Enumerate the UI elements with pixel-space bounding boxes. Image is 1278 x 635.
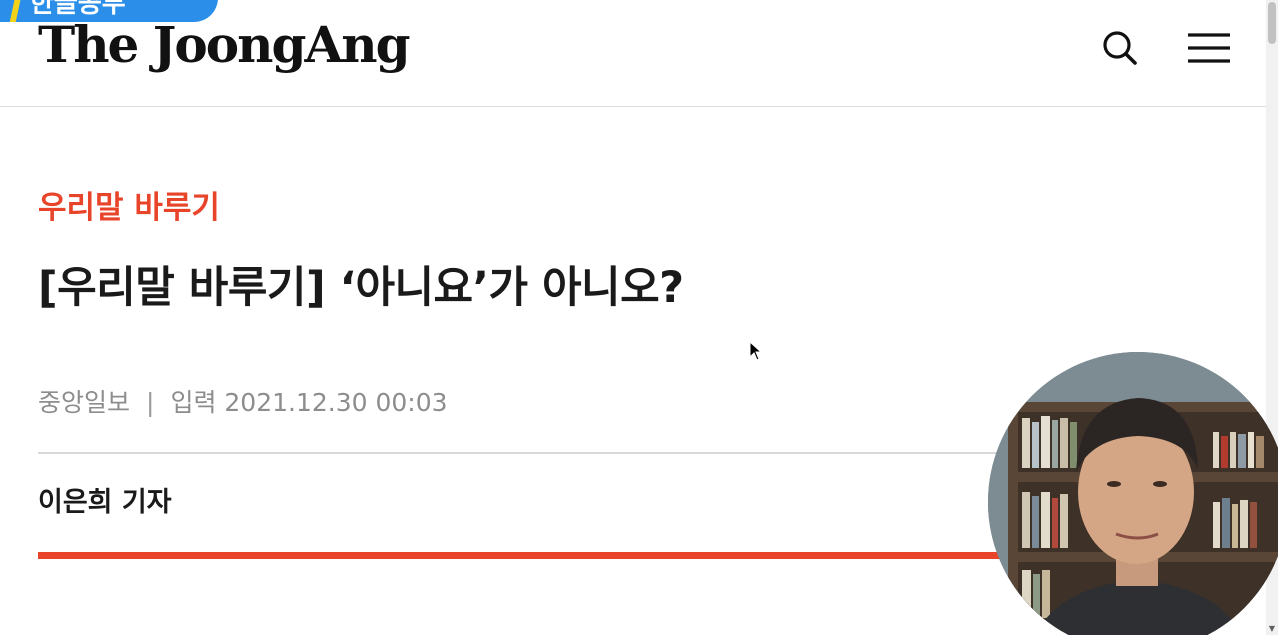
article-headline: [우리말 바루기] ‘아니요’가 아니오? [38, 263, 684, 313]
presenter-webcam [988, 352, 1278, 635]
publisher-name: 중앙일보 [38, 388, 131, 417]
site-header: 한글공부 The JoongAng [0, 0, 1266, 107]
scroll-down-arrow-icon[interactable]: ▼ [1266, 623, 1278, 635]
presenter-video-image [988, 352, 1278, 635]
publish-date: 입력 2021.12.30 00:03 [170, 388, 448, 417]
search-button[interactable] [1096, 24, 1144, 72]
badge-stripe [9, 0, 25, 22]
site-logo[interactable]: The JoongAng [38, 14, 411, 76]
article-category[interactable]: 우리말 바루기 [38, 186, 220, 230]
news-article-page: 한글공부 The JoongAng 우리말 바루기 [우리말 바루기] ‘아니요… [0, 0, 1278, 635]
accent-divider [38, 552, 1048, 559]
meta-divider [38, 452, 1048, 454]
hamburger-menu-icon [1188, 33, 1230, 63]
scrollbar-thumb[interactable] [1268, 2, 1276, 44]
reporter-name[interactable]: 이은희 기자 [38, 484, 172, 522]
mouse-cursor-icon [749, 341, 763, 361]
menu-button[interactable] [1182, 24, 1234, 72]
article-meta: 중앙일보 | 입력 2021.12.30 00:03 [38, 386, 448, 420]
search-icon [1103, 31, 1137, 65]
meta-separator: | [146, 388, 155, 417]
